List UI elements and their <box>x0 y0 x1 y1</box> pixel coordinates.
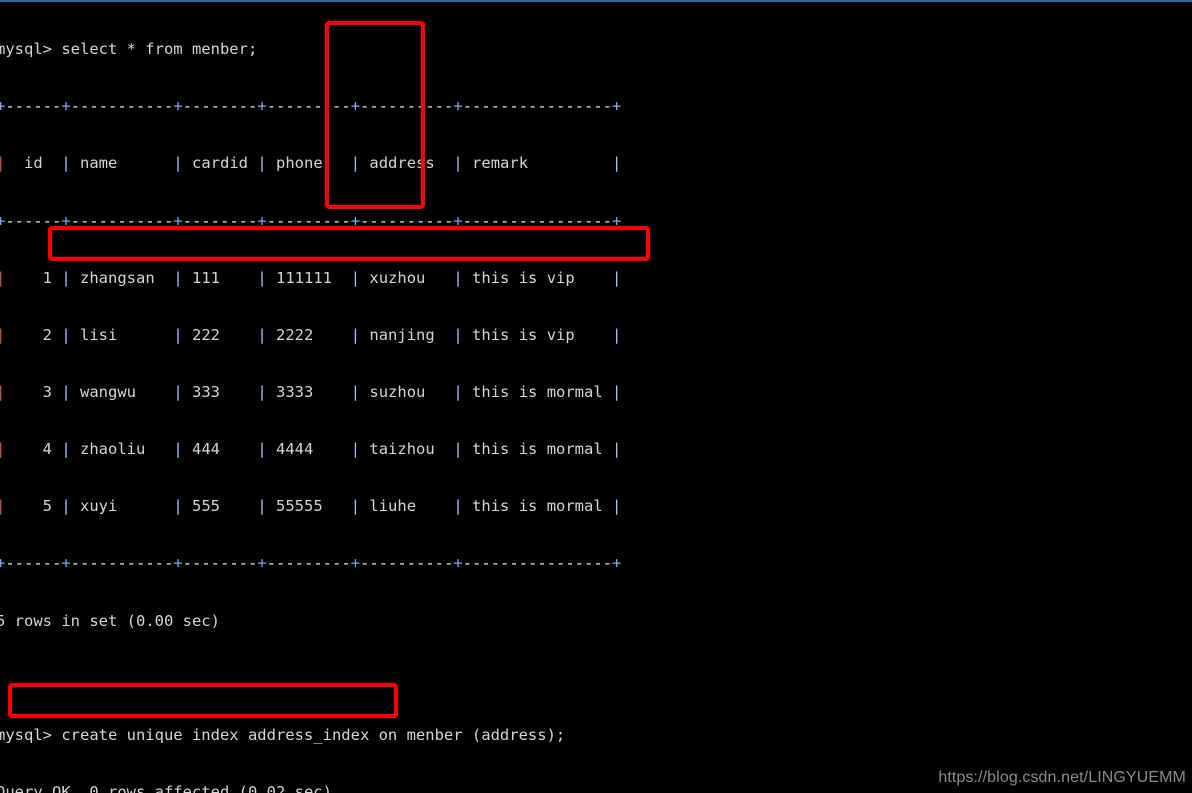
csdn-watermark: https://blog.csdn.net/LINGYUEMM <box>938 769 1186 786</box>
terminal-line: | 1 | zhangsan | 111 | 111111 | xuzhou |… <box>0 268 622 287</box>
terminal-line: | 5 | xuyi | 555 | 55555 | liuhe | this … <box>0 497 622 516</box>
terminal-text-buffer[interactable]: mysql> select * from menber; +------+---… <box>0 2 1192 793</box>
terminal-line: | 4 | zhaoliu | 444 | 4444 | taizhou | t… <box>0 440 622 459</box>
terminal-line: | 3 | wangwu | 333 | 3333 | suzhou | thi… <box>0 382 622 401</box>
terminal-line: | id | name | cardid | phone | address |… <box>0 154 622 173</box>
terminal-line: +------+-----------+--------+---------+-… <box>0 97 622 116</box>
terminal-line: 5 rows in set (0.00 sec) <box>0 611 220 630</box>
terminal-line: mysql> create unique index address_index… <box>0 725 566 744</box>
terminal-line: +------+-----------+--------+---------+-… <box>0 211 622 230</box>
terminal-window: mysql> select * from menber; +------+---… <box>0 0 1192 793</box>
terminal-line: | 2 | lisi | 222 | 2222 | nanjing | this… <box>0 325 622 344</box>
terminal-line: +------+-----------+--------+---------+-… <box>0 554 622 573</box>
terminal-line: mysql> select * from menber; <box>0 40 258 59</box>
